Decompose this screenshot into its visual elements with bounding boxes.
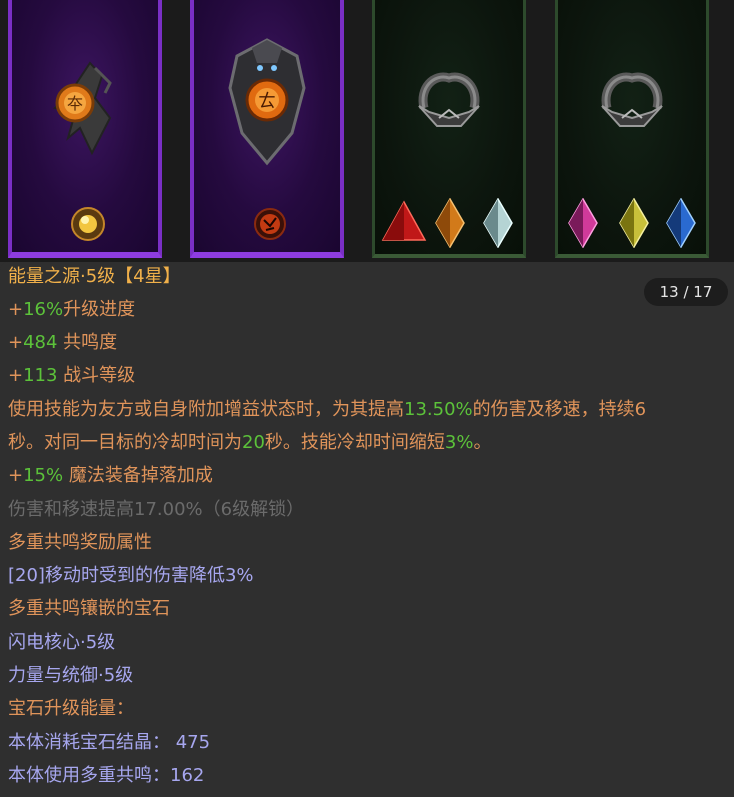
stat-label: 升级进度: [63, 299, 136, 320]
stat-prefix: +: [8, 365, 24, 386]
energy-value: 475: [175, 732, 211, 753]
svg-text:夲: 夲: [67, 94, 83, 113]
locked-bonus: 伤害和移速提高17.00%（6级解锁）: [8, 499, 305, 520]
ring-icon: [601, 72, 663, 127]
energy-label: 本体消耗宝石结晶：: [8, 732, 170, 753]
stat-prefix: +: [8, 299, 24, 320]
ring-card-1[interactable]: [372, 0, 526, 258]
desc-text: 。: [473, 432, 492, 453]
charm-card[interactable]: 夲: [8, 0, 162, 258]
upgrade-header: 宝石升级能量：: [8, 698, 134, 719]
orange-marquise-gem-icon: [435, 198, 465, 248]
socketed-gem-1: 闪电核心·5级: [8, 632, 116, 653]
description-line-1: 使用技能为友方或自身附加增益状态时，为其提高13.50%的伤害及移速，持续6: [8, 399, 646, 421]
energy-label: 本体使用多重共鸣：: [8, 765, 170, 786]
energy-crystal: 本体消耗宝石结晶： 475: [8, 732, 210, 754]
desc-text: 秒。技能冷却时间缩短: [264, 432, 445, 453]
yellow-marquise-gem-icon: [619, 198, 649, 248]
equipment-row: 夲 ㄊ: [0, 0, 734, 262]
desc-value: 20: [242, 432, 265, 453]
red-triangle-gem-icon: [381, 200, 427, 241]
stat-upgrade-progress: +16%升级进度: [8, 299, 135, 321]
stat-prefix: +: [8, 332, 24, 353]
stat-combat-level: +113 战斗等级: [8, 365, 135, 387]
desc-value: 13.50%: [404, 399, 473, 420]
white-marquise-gem-icon: [483, 198, 513, 248]
resonance-bonus: [20]移动时受到的伤害降低3%: [8, 565, 254, 586]
stat-value: 113: [23, 365, 58, 386]
item-tooltip: 能量之源·5级【4星】 13 / 17 +16%升级进度 +484 共鸣度 +1…: [0, 262, 734, 797]
item-title: 能量之源·5级【4星】: [8, 266, 181, 287]
desc-text: 的伤害及移速，持续6: [472, 399, 647, 420]
stat-resonance: +484 共鸣度: [8, 332, 117, 354]
stat-magic-find: +15% 魔法装备掉落加成: [8, 465, 213, 487]
shield-charm-icon: ㄊ: [228, 38, 306, 166]
energy-resonance: 本体使用多重共鸣：162: [8, 765, 204, 787]
desc-value: 3%: [444, 432, 474, 453]
stat-value: 15%: [23, 465, 64, 486]
stat-prefix: +: [8, 465, 24, 486]
amulet-charm-icon: 夲: [53, 61, 112, 156]
resonance-header: 多重共鸣奖励属性: [8, 532, 152, 553]
energy-value: 162: [170, 765, 205, 786]
pink-marquise-gem-icon: [568, 198, 598, 248]
stat-value: 484: [23, 332, 58, 353]
desc-text: 使用技能为友方或自身附加增益状态时，为其提高: [8, 399, 404, 420]
stat-label: 战斗等级: [57, 365, 136, 386]
shield-card[interactable]: ㄊ: [190, 0, 344, 258]
ring-icon: [418, 72, 480, 127]
desc-text: 秒。对同一目标的冷却时间为: [8, 432, 242, 453]
socketed-gem-2: 力量与统御·5级: [8, 665, 134, 686]
stat-label: 共鸣度: [57, 332, 118, 353]
red-orb-icon: [254, 208, 286, 240]
description-line-2: 秒。对同一目标的冷却时间为20秒。技能冷却时间缩短3%。: [8, 432, 491, 454]
orange-orb-icon: [71, 207, 105, 241]
blue-marquise-gem-icon: [666, 198, 696, 248]
ring-card-2[interactable]: [555, 0, 709, 258]
page-counter[interactable]: 13 / 17: [644, 278, 728, 306]
stat-label: 魔法装备掉落加成: [63, 465, 213, 486]
socket-header: 多重共鸣镶嵌的宝石: [8, 598, 170, 619]
svg-text:ㄊ: ㄊ: [258, 91, 276, 112]
stat-value: 16%: [23, 299, 64, 320]
